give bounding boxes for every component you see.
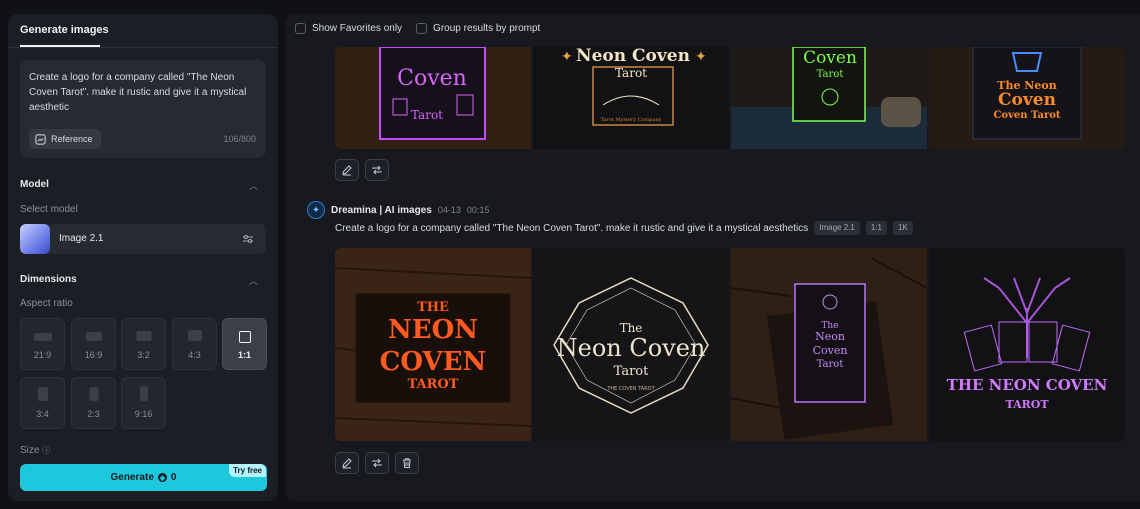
char-count: 106/800	[223, 134, 256, 144]
edit-button[interactable]	[335, 452, 359, 474]
try-free-badge: Try free	[229, 464, 266, 477]
ratio-4-3[interactable]: 4:3	[172, 318, 217, 370]
svg-text:Neon Coven: Neon Coven	[557, 334, 706, 362]
result-image[interactable]: The Neon Coven Tarot	[731, 248, 927, 441]
result-time: 00:15	[466, 205, 490, 215]
svg-text:The: The	[620, 321, 643, 335]
info-icon: ⓘ	[42, 446, 51, 455]
dimensions-collapse-icon[interactable]: ︿	[249, 274, 258, 287]
svg-text:✦: ✦	[561, 48, 573, 64]
ratio-9-16[interactable]: 9:16	[121, 377, 166, 429]
result-image[interactable]: The Neon Coven Tarot THE COVEN TAROT	[533, 248, 729, 441]
pencil-icon	[342, 458, 352, 469]
svg-text:Coven Tarot: Coven Tarot	[993, 110, 1060, 121]
svg-text:Tarot: Tarot	[411, 108, 443, 122]
edit-button[interactable]	[335, 159, 359, 181]
tag-ratio: 1:1	[865, 221, 887, 235]
svg-text:TAROT: TAROT	[1005, 398, 1049, 411]
image-row-previous: Coven Tarot Neon Coven ✦ ✦ Tarot Tarot My…	[335, 47, 1125, 149]
pencil-icon	[342, 165, 352, 176]
ratio-16-9[interactable]: 16:9	[71, 318, 116, 370]
dimensions-section-title: Dimensions	[20, 274, 77, 285]
ratio-21-9[interactable]: 21:9	[20, 318, 65, 370]
size-label: Size ⓘ	[20, 445, 51, 456]
svg-text:Tarot: Tarot	[614, 364, 649, 379]
model-selector[interactable]: Image 2.1	[20, 224, 266, 254]
generate-button[interactable]: Generate ◆ 0 Try free	[20, 464, 267, 491]
generate-panel: Generate images Create a logo for a comp…	[8, 14, 278, 501]
svg-text:Tarot: Tarot	[615, 66, 647, 80]
results-panel: Show Favorites only Group results by pro…	[285, 14, 1140, 501]
group-toggle[interactable]: Group results by prompt	[416, 23, 540, 34]
svg-text:THE NEON COVEN: THE NEON COVEN	[947, 376, 1108, 394]
credit-icon: ◆	[157, 473, 167, 482]
ratio-2-3[interactable]: 2:3	[71, 377, 116, 429]
result-prompt[interactable]: Create a logo for a company called "The …	[335, 223, 808, 234]
result-author: Dreamina | AI images	[331, 204, 432, 216]
result-image[interactable]: Coven Tarot	[731, 47, 927, 149]
svg-text:TAROT: TAROT	[408, 377, 459, 392]
reference-label: Reference	[51, 134, 93, 144]
generate-label: Generate	[110, 472, 154, 483]
svg-text:Tarot: Tarot	[817, 69, 844, 80]
prompt-input[interactable]: Create a logo for a company called "The …	[20, 60, 266, 158]
dreamina-logo-icon: ✦	[307, 201, 325, 219]
result-date: 04-13	[437, 205, 461, 215]
regenerate-button[interactable]	[365, 159, 389, 181]
tag-model: Image 2.1	[814, 221, 860, 235]
result-image[interactable]: THE NEON COVEN TAROT	[929, 248, 1125, 441]
result-header: ✦ Dreamina | AI images 04-13 00:15	[307, 201, 489, 219]
svg-text:Coven: Coven	[397, 66, 467, 91]
ratio-3-4[interactable]: 3:4	[20, 377, 65, 429]
svg-text:Coven: Coven	[998, 90, 1056, 110]
repeat-icon	[372, 458, 382, 468]
reference-button[interactable]: Reference	[29, 129, 101, 149]
result-prompt-line: Create a logo for a company called "The …	[335, 221, 913, 235]
ratio-3-2[interactable]: 3:2	[121, 318, 166, 370]
filter-bar: Show Favorites only Group results by pro…	[295, 23, 540, 34]
result-image[interactable]: Coven Tarot	[335, 47, 531, 149]
model-collapse-icon[interactable]: ︿	[249, 179, 258, 192]
favorites-toggle[interactable]: Show Favorites only	[295, 23, 402, 34]
model-section-title: Model	[20, 179, 49, 190]
svg-text:✦: ✦	[695, 48, 707, 64]
sliders-icon[interactable]	[242, 233, 254, 245]
model-thumbnail	[20, 224, 50, 254]
delete-button[interactable]	[395, 452, 419, 474]
repeat-icon	[372, 165, 382, 175]
svg-text:Neon Coven: Neon Coven	[576, 47, 690, 66]
svg-text:COVEN: COVEN	[380, 347, 487, 377]
tab-label: Generate images	[20, 24, 109, 36]
tab-generate-images[interactable]: Generate images	[8, 14, 278, 48]
aspect-ratio-label: Aspect ratio	[20, 298, 73, 309]
tab-underline	[20, 45, 100, 47]
image-row-current: THE NEON COVEN TAROT The Neon Coven Taro…	[335, 248, 1125, 441]
svg-text:Coven: Coven	[803, 48, 857, 68]
image-upload-icon	[35, 133, 46, 145]
trash-icon	[403, 458, 411, 468]
generate-cost: 0	[170, 472, 177, 483]
model-name: Image 2.1	[59, 233, 104, 244]
previous-actions	[335, 159, 389, 181]
svg-text:Coven: Coven	[813, 344, 848, 357]
prompt-text[interactable]: Create a logo for a company called "The …	[29, 70, 257, 115]
result-image[interactable]: Neon Coven ✦ ✦ Tarot Tarot Mystery Compan…	[533, 47, 729, 149]
svg-text:Tarot Mystery Company: Tarot Mystery Company	[600, 117, 661, 123]
svg-text:THE COVEN TAROT: THE COVEN TAROT	[606, 386, 655, 392]
result-image[interactable]: THE NEON COVEN TAROT	[335, 248, 531, 441]
svg-text:Tarot: Tarot	[817, 359, 844, 370]
checkbox-icon	[295, 23, 306, 34]
svg-text:THE: THE	[417, 300, 449, 315]
svg-text:NEON: NEON	[388, 315, 478, 345]
tag-resolution: 1K	[892, 221, 913, 235]
checkbox-icon	[416, 23, 428, 34]
regenerate-button[interactable]	[365, 452, 389, 474]
ratio-1-1[interactable]: 1:1	[222, 318, 267, 370]
current-actions	[335, 452, 419, 474]
select-model-label: Select model	[20, 204, 78, 215]
result-image[interactable]: The Neon Coven Coven Tarot	[929, 47, 1125, 149]
svg-text:Neon: Neon	[815, 330, 845, 343]
